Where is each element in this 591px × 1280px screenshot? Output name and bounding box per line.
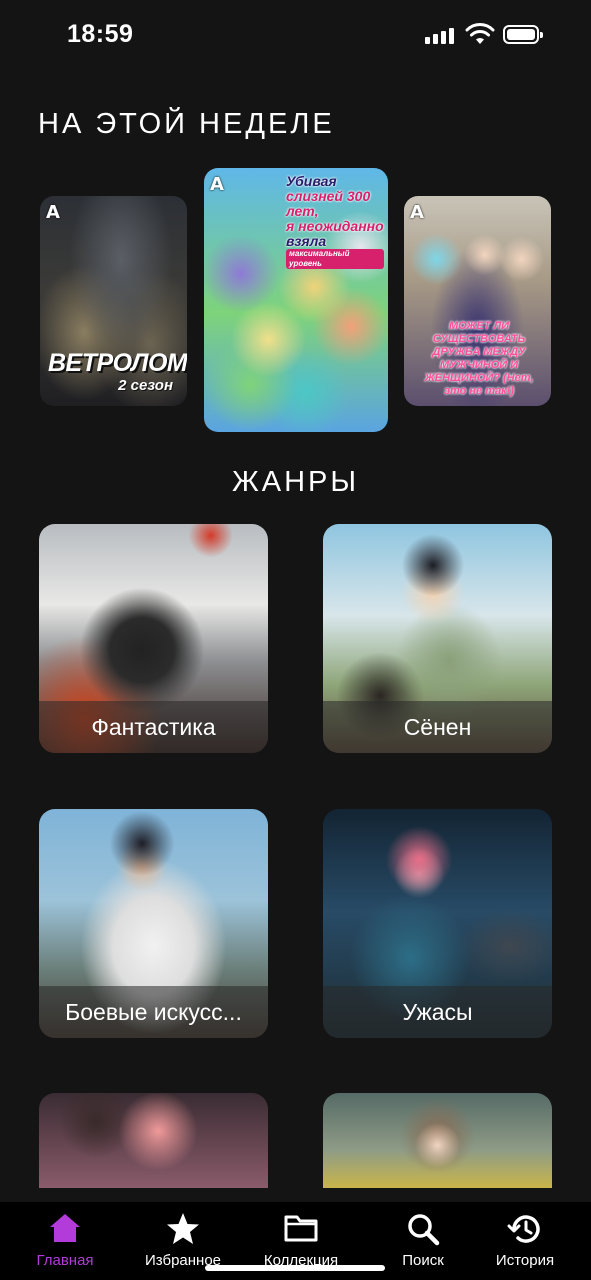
- genre-card-partial[interactable]: [39, 1093, 268, 1188]
- battery-icon: [503, 25, 543, 44]
- poster-subtitle: 2 сезон: [118, 377, 173, 394]
- signal-icon: [425, 26, 455, 44]
- studio-logo-icon: A: [410, 202, 424, 223]
- star-icon: [167, 1213, 199, 1244]
- status-time: 18:59: [67, 20, 134, 48]
- nav-label: История: [495, 1252, 555, 1269]
- genre-card-fantasy[interactable]: Фантастика: [39, 524, 268, 753]
- home-indicator[interactable]: [205, 1265, 385, 1271]
- search-icon: [408, 1214, 440, 1246]
- genre-card-martial-arts[interactable]: Боевые искусс...: [39, 809, 268, 1038]
- poster-card[interactable]: A МОЖЕТ ЛИ СУЩЕСТВОВАТЬ ДРУЖБА МЕЖДУ МУЖ…: [404, 196, 551, 406]
- genre-label: Боевые искусс...: [39, 986, 268, 1038]
- genre-label: Сёнен: [323, 701, 552, 753]
- poster-card[interactable]: A ВЕТРОЛОМ 2 сезон: [40, 196, 187, 406]
- genre-card-shonen[interactable]: Сёнен: [323, 524, 552, 753]
- genre-card-partial[interactable]: [323, 1093, 552, 1188]
- nav-item-home[interactable]: Главная: [6, 1202, 124, 1280]
- nav-item-history[interactable]: История: [466, 1202, 584, 1280]
- poster-card[interactable]: A Убивая слизней 300 лет, я неожиданно в…: [204, 168, 388, 432]
- genre-label: Ужасы: [323, 986, 552, 1038]
- studio-logo-icon: A: [210, 174, 224, 195]
- studio-logo-icon: A: [46, 202, 60, 223]
- home-icon: [50, 1214, 80, 1242]
- poster-title: МОЖЕТ ЛИ СУЩЕСТВОВАТЬ ДРУЖБА МЕЖДУ МУЖЧИ…: [424, 320, 534, 397]
- wifi-icon: [465, 23, 495, 44]
- poster-title: Убивая слизней 300 лет, я неожиданно взя…: [286, 173, 384, 269]
- genre-card-horror[interactable]: Ужасы: [323, 809, 552, 1038]
- this-week-heading: НА ЭТОЙ НЕДЕЛЕ: [38, 108, 335, 140]
- folder-icon: [284, 1215, 318, 1242]
- status-bar: 18:59: [0, 0, 591, 70]
- genre-label: Фантастика: [39, 701, 268, 753]
- poster-title: ВЕТРОЛОМ: [48, 349, 187, 377]
- genres-heading: ЖАНРЫ: [231, 466, 360, 498]
- nav-label: Главная: [36, 1252, 94, 1269]
- history-icon: [507, 1215, 540, 1243]
